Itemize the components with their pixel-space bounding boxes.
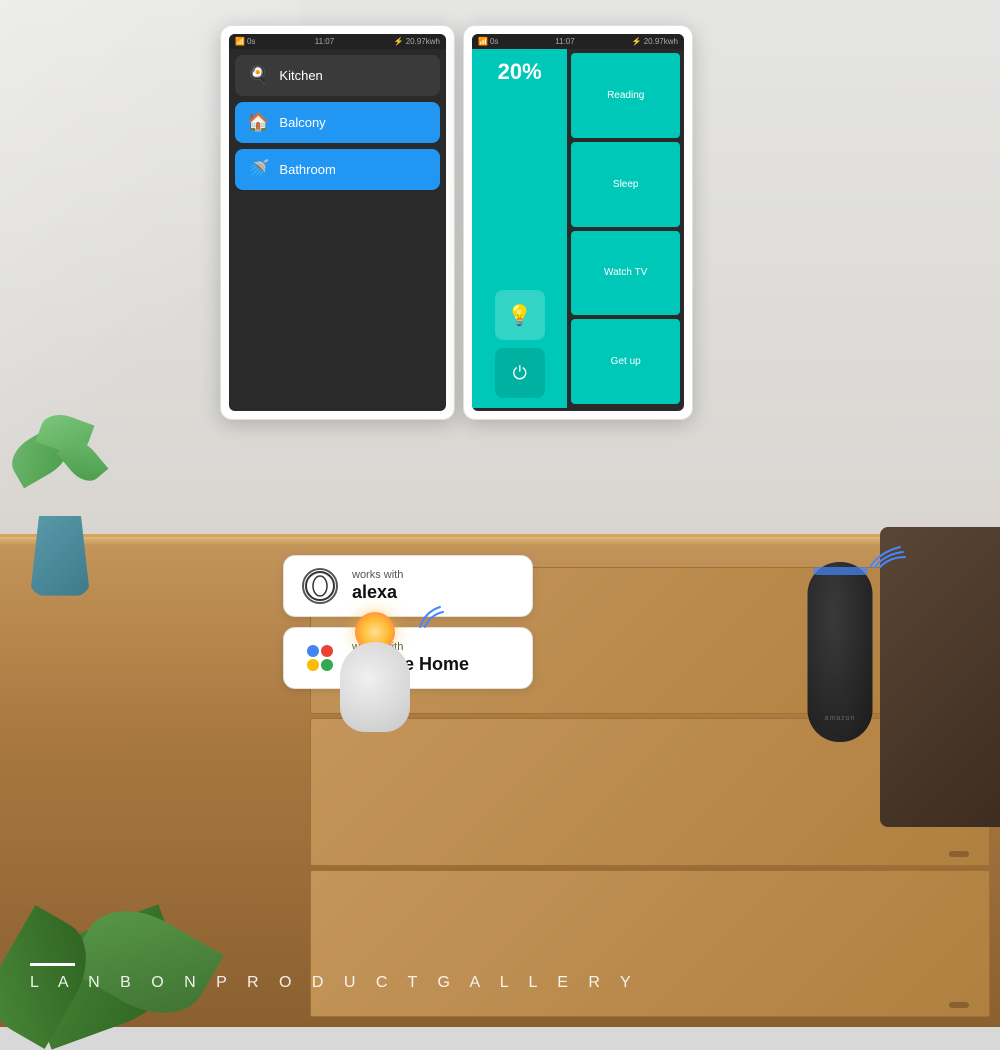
balcony-label: Balcony	[279, 115, 325, 130]
room-balcony[interactable]: 🏠 Balcony	[235, 102, 440, 143]
screen-right: 📶 0s 11:07 ⚡ 20.97kwh 20% 💡 ⏻	[472, 34, 684, 411]
echo-speaker: amazon	[800, 542, 880, 742]
brightness-value: 20%	[498, 59, 542, 85]
panel-left: 📶 0s 11:07 ⚡ 20.97kwh 🍳 Kitchen 🏠 Balcon…	[220, 25, 455, 420]
brightness-panel: 20% 💡 ⏻	[472, 49, 567, 408]
status-bar-left: 📶 0s 11:07 ⚡ 20.97kwh	[229, 34, 446, 49]
echo-label: amazon	[825, 715, 856, 722]
room-bathroom[interactable]: 🚿 Bathroom	[235, 149, 440, 190]
wifi-icon: 📶	[235, 37, 245, 46]
brand-footer: L A N B O N P R O D U C T G A L L E R Y	[0, 963, 1000, 992]
panels-container: 📶 0s 11:07 ⚡ 20.97kwh 🍳 Kitchen 🏠 Balcon…	[220, 25, 693, 420]
kitchen-label: Kitchen	[279, 68, 322, 83]
vase	[30, 516, 90, 596]
alexa-name-label: alexa	[352, 582, 403, 604]
scenes-panel: Reading Sleep Watch TV Get up	[567, 49, 684, 408]
drawer-handle-3	[949, 1002, 969, 1008]
power-icon: ⏻	[513, 363, 527, 384]
sofa-corner	[880, 527, 1000, 827]
energy-right: ⚡ 20.97kwh	[632, 37, 678, 46]
status-icons-left: 📶 0s	[235, 37, 255, 46]
scene-sleep[interactable]: Sleep	[571, 142, 680, 227]
alexa-works-with-label: works with	[352, 569, 403, 582]
room-kitchen[interactable]: 🍳 Kitchen	[235, 55, 440, 96]
alexa-text-block: works with alexa	[352, 569, 403, 604]
echo-wifi-arcs	[865, 532, 910, 572]
bathroom-icon: 🚿	[247, 159, 269, 180]
time-left: 11:07	[315, 37, 334, 46]
drawer-handle-2	[949, 851, 969, 857]
google-home-speaker	[330, 612, 420, 732]
alexa-icon	[302, 568, 338, 604]
brand-text: L A N B O N P R O D U C T G A L L E R Y	[30, 974, 970, 992]
light-icon-area[interactable]: 💡	[495, 290, 545, 340]
scene-watch-tv[interactable]: Watch TV	[571, 231, 680, 316]
scene-get-up[interactable]: Get up	[571, 319, 680, 404]
time-right: 11:07	[555, 37, 574, 46]
status-bar-right: 📶 0s 11:07 ⚡ 20.97kwh	[472, 34, 684, 49]
signal-text: 0s	[247, 37, 255, 46]
kitchen-icon: 🍳	[247, 65, 269, 86]
signal-text-right: 0s	[490, 37, 498, 46]
bulb-icon: 💡	[507, 303, 532, 328]
echo-ring	[813, 567, 868, 575]
echo-body: amazon	[808, 562, 873, 742]
bathroom-label: Bathroom	[279, 162, 335, 177]
balcony-icon: 🏠	[247, 112, 269, 133]
panel-right: 📶 0s 11:07 ⚡ 20.97kwh 20% 💡 ⏻	[463, 25, 693, 420]
power-icon-area[interactable]: ⏻	[495, 348, 545, 398]
google-home-body	[340, 642, 410, 732]
plant-area	[0, 236, 220, 595]
scene-reading[interactable]: Reading	[571, 53, 680, 138]
status-icons-right: 📶 0s	[478, 37, 498, 46]
room-list: 🍳 Kitchen 🏠 Balcony 🚿 Bathroom	[229, 49, 446, 196]
energy-left: ⚡ 20.97kwh	[394, 37, 440, 46]
right-screen-content: 20% 💡 ⏻ Reading Sleep	[472, 49, 684, 408]
wifi-icon-right: 📶	[478, 37, 488, 46]
brand-line	[30, 963, 75, 966]
drawer-3	[310, 870, 990, 1017]
google-wifi-arcs	[405, 597, 445, 632]
screen-left: 📶 0s 11:07 ⚡ 20.97kwh 🍳 Kitchen 🏠 Balcon…	[229, 34, 446, 411]
